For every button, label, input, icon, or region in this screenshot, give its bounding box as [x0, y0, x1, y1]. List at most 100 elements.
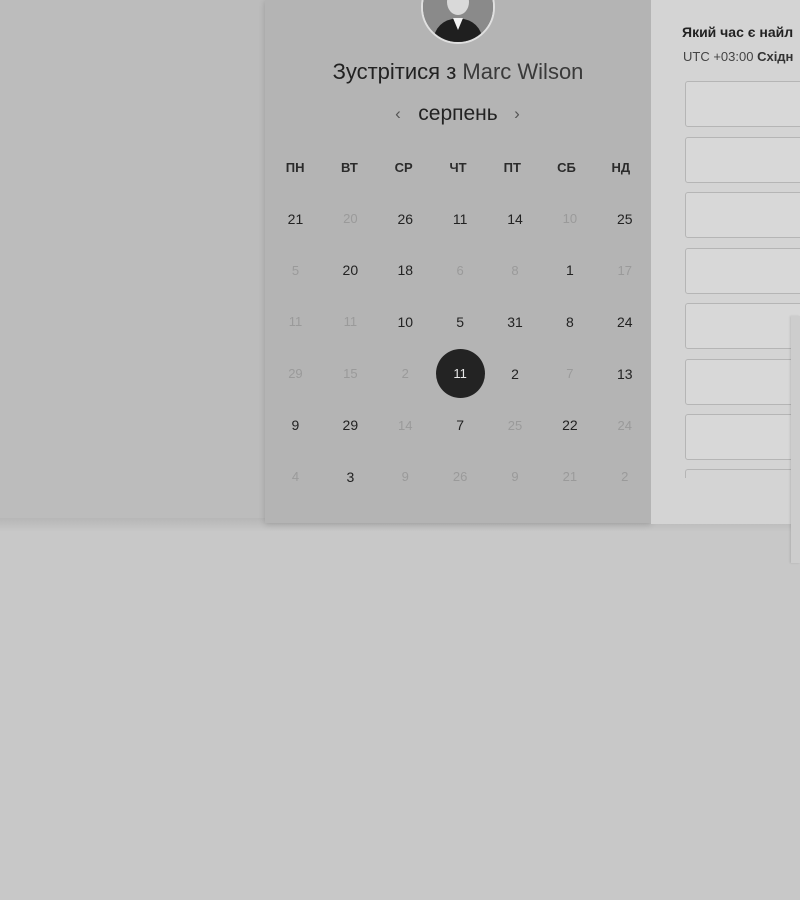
calendar-day[interactable]: 14: [488, 193, 543, 245]
chevron-right-icon[interactable]: ›: [508, 104, 526, 124]
calendar-day: 14: [378, 399, 433, 451]
weekday-label: ЧТ: [449, 160, 467, 175]
time-slot[interactable]: [685, 248, 800, 294]
timezone-offset: UTC +03:00: [683, 49, 754, 64]
calendar-day: 26: [433, 451, 488, 503]
weekday-label: ПТ: [503, 160, 521, 175]
time-slot[interactable]: [685, 81, 800, 127]
calendar-day-number: 5: [456, 313, 465, 330]
calendar-day-number: 24: [617, 417, 633, 433]
timezone-name: Східн: [757, 49, 794, 64]
calendar-day-number: 9: [511, 469, 519, 485]
calendar-day: 7: [542, 348, 597, 400]
calendar-day[interactable]: 21: [268, 193, 323, 245]
calendar-day-number: 29: [342, 417, 359, 434]
time-slot[interactable]: [685, 359, 800, 405]
time-slot[interactable]: [685, 192, 800, 238]
calendar-day-number: 18: [397, 262, 414, 279]
calendar-day-number: 10: [397, 313, 414, 330]
calendar-day-number: 1: [566, 262, 574, 279]
calendar-day: 11: [323, 296, 378, 348]
calendar-day-number: 10: [562, 211, 578, 227]
calendar-day-number: 21: [287, 210, 304, 227]
calendar-day-number: 20: [343, 211, 358, 227]
calendar-day[interactable]: 24: [597, 296, 652, 348]
page: Зустрітися з Marc Wilson ‹ серпень › ПН …: [0, 0, 800, 900]
calendar-day-number: 14: [507, 210, 523, 227]
calendar-day-number: 26: [452, 469, 468, 485]
calendar-day: 9: [378, 451, 433, 503]
calendar-day: 8: [488, 245, 543, 297]
calendar-day-number: 24: [617, 313, 633, 330]
calendar-day-number: 15: [343, 366, 358, 382]
calendar-day[interactable]: 18: [378, 245, 433, 297]
weekday-label: НД: [611, 160, 631, 175]
time-slot[interactable]: [685, 414, 800, 460]
month-label: серпень: [418, 102, 498, 125]
calendar-day-number: 21: [562, 469, 578, 485]
weekday-label: СР: [394, 160, 413, 175]
calendar-day-number: 8: [511, 262, 519, 278]
calendar-day[interactable]: 8: [542, 296, 597, 348]
calendar-day: 11: [268, 296, 323, 348]
calendar-day: 2: [597, 451, 652, 503]
calendar-day: 15: [323, 348, 378, 400]
calendar-day-number: 25: [617, 210, 633, 227]
calendar-day-number: 11: [435, 349, 485, 399]
calendar-day-number: 2: [621, 469, 629, 485]
weekday-header: ПН ВТ СР ЧТ ПТ СБ НД: [268, 160, 648, 178]
timezone-label[interactable]: UTC +03:00 Східн: [683, 49, 793, 64]
calendar-day[interactable]: 20: [323, 245, 378, 297]
calendar-day: 29: [268, 348, 323, 400]
calendar-day[interactable]: 13: [597, 348, 652, 400]
calendar-day[interactable]: 25: [597, 193, 652, 245]
calendar-day[interactable]: 5: [433, 296, 488, 348]
calendar-day: 21: [542, 451, 597, 503]
time-slot[interactable]: [685, 303, 800, 349]
calendar-day[interactable]: 11: [433, 193, 488, 245]
host-name: Marc Wilson: [462, 59, 584, 84]
calendar-day[interactable]: 1: [542, 245, 597, 297]
calendar-day-number: 25: [507, 417, 523, 433]
calendar-day-number: 13: [617, 365, 633, 382]
calendar-day: 9: [488, 451, 543, 503]
calendar-day[interactable]: 29: [323, 399, 378, 451]
avatar: [421, 0, 495, 44]
calendar-day: 20: [323, 193, 378, 245]
weekday-label: ВТ: [341, 160, 358, 175]
calendar-day[interactable]: 10: [378, 296, 433, 348]
meeting-title: Зустрітися з Marc Wilson: [265, 59, 651, 85]
calendar-day[interactable]: 2: [488, 348, 543, 400]
calendar-day: 10: [542, 193, 597, 245]
calendar-day-number: 17: [617, 262, 633, 278]
calendar-day-number: 11: [343, 314, 358, 330]
time-question: Який час є найл: [682, 24, 794, 40]
calendar-day-number: 9: [401, 469, 409, 485]
time-picker-panel: Який час є найл UTC +03:00 Східн: [651, 0, 800, 524]
month-navigation: ‹ серпень ›: [265, 102, 651, 130]
time-slot[interactable]: [685, 137, 800, 183]
calendar-day: 4: [268, 451, 323, 503]
calendar-day[interactable]: 9: [268, 399, 323, 451]
calendar-day[interactable]: 7: [433, 399, 488, 451]
calendar-day-number: 7: [456, 417, 465, 434]
calendar-day-number: 11: [452, 210, 468, 227]
calendar-day: 17: [597, 245, 652, 297]
calendar-day[interactable]: 3: [323, 451, 378, 503]
side-panel-edge: [791, 316, 800, 563]
time-slot[interactable]: [685, 469, 800, 478]
calendar-day[interactable]: 31: [488, 296, 543, 348]
weekday-label: ПН: [285, 160, 305, 175]
calendar-day-number: 7: [566, 366, 574, 382]
calendar-day-number: 3: [346, 468, 355, 485]
calendar-day-selected[interactable]: 11: [433, 348, 488, 400]
calendar-day[interactable]: 26: [378, 193, 433, 245]
calendar-day-number: 11: [288, 314, 303, 330]
calendar-day-number: 29: [288, 366, 303, 382]
calendar-day: 24: [597, 399, 652, 451]
calendar-day[interactable]: 22: [542, 399, 597, 451]
calendar-day-number: 2: [401, 366, 409, 382]
person-avatar-icon: [423, 0, 493, 42]
day-grid: 21 20 26 11 14 10 25 5 20 18 6 8 1 17 11 11 10 5 31 8 24 29 15…: [268, 193, 652, 503]
calendar-day-number: 31: [507, 313, 523, 330]
